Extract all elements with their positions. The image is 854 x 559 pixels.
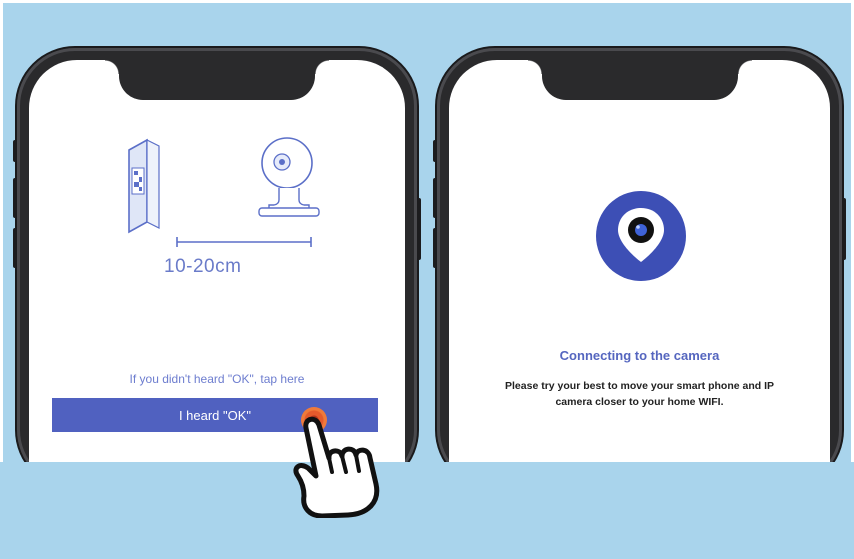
connecting-instructions: Please try your best to move your smart … xyxy=(505,380,774,408)
camera-icon xyxy=(258,137,320,217)
retry-hint-link[interactable]: If you didn't heard "OK", tap here xyxy=(29,372,405,386)
location-pin-icon xyxy=(596,191,686,281)
connecting-screen: Connecting to the camera Please try your… xyxy=(449,60,830,490)
pointing-hand-icon xyxy=(293,416,380,518)
phone-notch xyxy=(105,60,329,100)
connecting-title: Connecting to the camera xyxy=(559,348,720,363)
side-button xyxy=(842,198,846,260)
side-button xyxy=(13,228,17,268)
side-button xyxy=(13,140,17,162)
distance-label: 10-20cm xyxy=(164,256,242,277)
bottom-background xyxy=(0,462,854,559)
side-button xyxy=(13,178,17,218)
side-button xyxy=(433,140,437,162)
distance-marker xyxy=(176,237,312,247)
side-button xyxy=(433,178,437,218)
phone-notch xyxy=(527,60,752,100)
side-button xyxy=(433,228,437,268)
phone-right: Connecting to the camera Please try your… xyxy=(433,48,846,490)
qr-code-icon xyxy=(128,138,160,234)
side-button xyxy=(417,198,421,260)
